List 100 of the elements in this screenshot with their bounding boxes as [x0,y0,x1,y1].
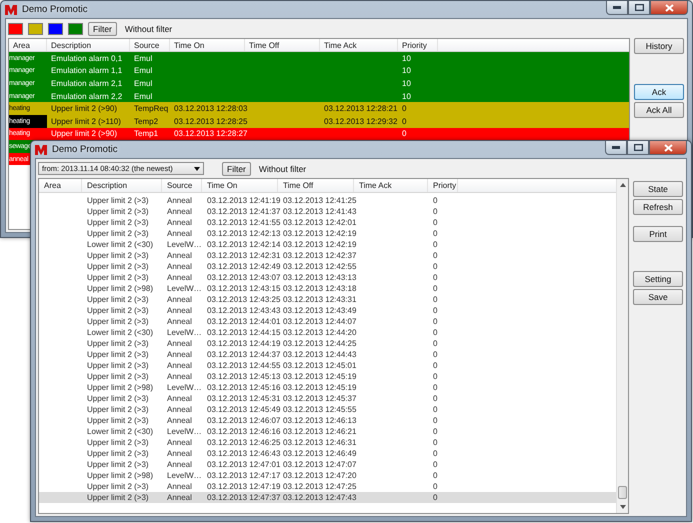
table-row[interactable]: Upper limit 2 (>3) Anneal 03.12.2013 12:45:31 03.12.2013 12:45:37 0 [39,393,616,404]
column-header[interactable]: Time On [202,179,278,192]
table-row[interactable]: Upper limit 2 (>3) Anneal 03.12.2013 12:44:01 03.12.2013 12:44:07 0 [39,316,616,327]
window-title: Demo Promotic [22,4,88,15]
column-header[interactable]: Area [9,39,47,51]
column-header[interactable]: Priorty [428,179,458,192]
table-cell-text: Upper limit 2 (>3) [86,449,150,458]
table-cell-text: Upper limit 2 (>3) [86,372,150,381]
table-cell-text: Anneal [166,251,193,260]
column-header[interactable]: Time Ack [354,179,428,192]
table-row[interactable]: Upper limit 2 (>3) Anneal 03.12.2013 12:44:19 03.12.2013 12:44:25 0 [39,338,616,349]
table-cell-text: LevelW… [166,383,202,392]
column-header[interactable]: Description [47,39,130,51]
table-row[interactable]: Upper limit 2 (>3) Anneal 03.12.2013 12:47:01 03.12.2013 12:47:07 0 [39,459,616,470]
table-cell-text: 03.12.2013 12:44:55 [206,361,278,370]
table-row[interactable]: Upper limit 2 (>3) Anneal 03.12.2013 12:46:25 03.12.2013 12:46:31 0 [39,437,616,448]
minimize-button[interactable] [606,1,628,15]
table-cell-text: Anneal [166,372,193,381]
app-logo-icon [35,144,47,156]
table-cell-text: 0 [432,350,438,359]
table-cell-text: Anneal [166,295,193,304]
filter-button[interactable]: Filter [88,22,117,36]
scroll-down-icon [620,505,626,509]
table-cell-text: 0 [432,416,438,425]
table-cell-text: Upper limit 2 (>3) [86,416,150,425]
table-cell-text: 0 [432,328,438,337]
table-row[interactable]: Upper limit 2 (>3) Anneal 03.12.2013 12:42:31 03.12.2013 12:42:37 0 [39,250,616,261]
table-row[interactable]: Upper limit 2 (>3) Anneal 03.12.2013 12:47:37 03.12.2013 12:47:43 0 [39,492,616,503]
table-row[interactable]: Lower limit 2 (<30) LevelW… 03.12.2013 12:42:14 03.12.2013 12:42:19 0 [39,239,616,250]
scrollbar[interactable] [616,179,628,513]
table-cell-text: 0 [432,427,438,436]
table-cell-text: Upper limit 2 (>3) [86,493,150,502]
column-header[interactable]: Time Ack [320,39,398,51]
action-button[interactable]: History [634,38,684,54]
table-row[interactable]: Upper limit 2 (>3) Anneal 03.12.2013 12:43:43 03.12.2013 12:43:49 0 [39,305,616,316]
table-cell-text: 03.12.2013 12:45:31 [206,394,278,403]
table-cell-text: LevelW… [166,427,202,436]
table-cell-text: 03.12.2013 12:47:37 [206,493,278,502]
table-cell-text: 03.12.2013 12:28:03 [173,104,245,114]
filter-button[interactable]: Filter [222,162,251,176]
maximize-button[interactable] [627,141,649,155]
action-button[interactable]: Ack All [634,102,684,118]
table-row[interactable]: Upper limit 2 (>98) LevelW… 03.12.2013 12:47:17 03.12.2013 12:47:20 0 [39,470,616,481]
color-filter-swatch[interactable] [8,22,23,34]
minimize-icon [612,146,620,149]
table-row[interactable]: Upper limit 2 (>3) Anneal 03.12.2013 12:46:43 03.12.2013 12:46:49 0 [39,448,616,459]
table-cell-text: Upper limit 2 (>3) [86,405,150,414]
table-row[interactable]: Lower limit 2 (<30) LevelW… 03.12.2013 12:44:15 03.12.2013 12:44:20 0 [39,327,616,338]
table-cell-text: Anneal [166,218,193,227]
table-row[interactable]: Upper limit 2 (>3) Anneal 03.12.2013 12:44:37 03.12.2013 12:44:43 0 [39,349,616,360]
table-cell-text: Emulation alarm 0,1 [50,54,124,63]
table-cell-text: 10 [401,78,412,88]
table-cell-text: Anneal [166,207,193,216]
maximize-button[interactable] [628,1,650,15]
column-header[interactable]: Time On [170,39,245,51]
table-cell-text: 03.12.2013 12:44:15 [206,328,278,337]
table-row[interactable]: Upper limit 2 (>3) Anneal 03.12.2013 12:41:55 03.12.2013 12:42:01 0 [39,217,616,228]
close-button[interactable] [649,141,687,155]
action-button[interactable]: Refresh [633,199,683,215]
table-row[interactable]: Upper limit 2 (>3) Anneal 03.12.2013 12:43:07 03.12.2013 12:43:13 0 [39,272,616,283]
table-row[interactable]: Upper limit 2 (>3) Anneal 03.12.2013 12:45:13 03.12.2013 12:45:19 0 [39,371,616,382]
column-header[interactable]: Source [162,179,202,192]
table-row[interactable]: Upper limit 2 (>3) Anneal 03.12.2013 12:42:49 03.12.2013 12:42:55 0 [39,261,616,272]
table-cell-text: 03.12.2013 12:44:19 [206,339,278,348]
table-row[interactable]: Upper limit 2 (>3) Anneal 03.12.2013 12:47:19 03.12.2013 12:47:25 0 [39,481,616,492]
minimize-button[interactable] [605,141,627,155]
close-button[interactable] [650,1,688,15]
action-button[interactable]: State [633,181,683,197]
table-row[interactable]: Upper limit 2 (>3) Anneal 03.12.2013 12:45:49 03.12.2013 12:45:55 0 [39,404,616,415]
table-row[interactable]: Upper limit 2 (>98) LevelW… 03.12.2013 12:45:16 03.12.2013 12:45:19 0 [39,382,616,393]
table-cell-text: 03.12.2013 12:46:43 [206,449,278,458]
table-row[interactable]: Upper limit 2 (>3) Anneal 03.12.2013 12:41:19 03.12.2013 12:41:25 0 [39,195,616,206]
action-button[interactable]: Ack [634,84,684,100]
table-cell-text: 0 [401,129,408,138]
table-row[interactable]: Upper limit 2 (>3) Anneal 03.12.2013 12:42:13 03.12.2013 12:42:19 0 [39,228,616,239]
table-row[interactable]: Upper limit 2 (>3) Anneal 03.12.2013 12:43:25 03.12.2013 12:43:31 0 [39,294,616,305]
table-row[interactable]: Lower limit 2 (<30) LevelW… 03.12.2013 12:46:16 03.12.2013 12:46:21 0 [39,426,616,437]
column-header[interactable]: Time Off [245,39,320,51]
table-row[interactable]: Upper limit 2 (>3) Anneal 03.12.2013 12:44:55 03.12.2013 12:45:01 0 [39,360,616,371]
scroll-thumb[interactable] [618,486,627,499]
column-header[interactable]: Source [130,39,170,51]
column-header[interactable]: Area [39,179,82,192]
table-row[interactable]: Upper limit 2 (>3) Anneal 03.12.2013 12:41:37 03.12.2013 12:41:43 0 [39,206,616,217]
color-filter-swatch[interactable] [48,22,63,34]
column-header[interactable]: Time Off [278,179,354,192]
action-button[interactable]: Setting [633,271,683,287]
table-row[interactable]: Upper limit 2 (>98) LevelW… 03.12.2013 12:43:15 03.12.2013 12:43:18 0 [39,283,616,294]
column-header[interactable]: Description [82,179,162,192]
table-cell-text: 0 [432,383,438,392]
table-cell-text: 03.12.2013 12:45:13 [206,372,278,381]
color-filter-swatch[interactable] [68,22,83,34]
column-header[interactable]: Priority [398,39,438,51]
table-cell-text: Emul [133,66,154,76]
table-cell-text: 03.12.2013 12:47:17 [206,471,278,480]
action-button[interactable]: Print [633,226,683,242]
table-row[interactable]: Upper limit 2 (>3) Anneal 03.12.2013 12:46:07 03.12.2013 12:46:13 0 [39,415,616,426]
action-button[interactable]: Save [633,289,683,305]
table-cell-text: Emulation alarm 1,1 [50,66,124,76]
table-cell-text: Upper limit 2 (>3) [86,262,150,271]
color-filter-swatch[interactable] [28,22,43,34]
